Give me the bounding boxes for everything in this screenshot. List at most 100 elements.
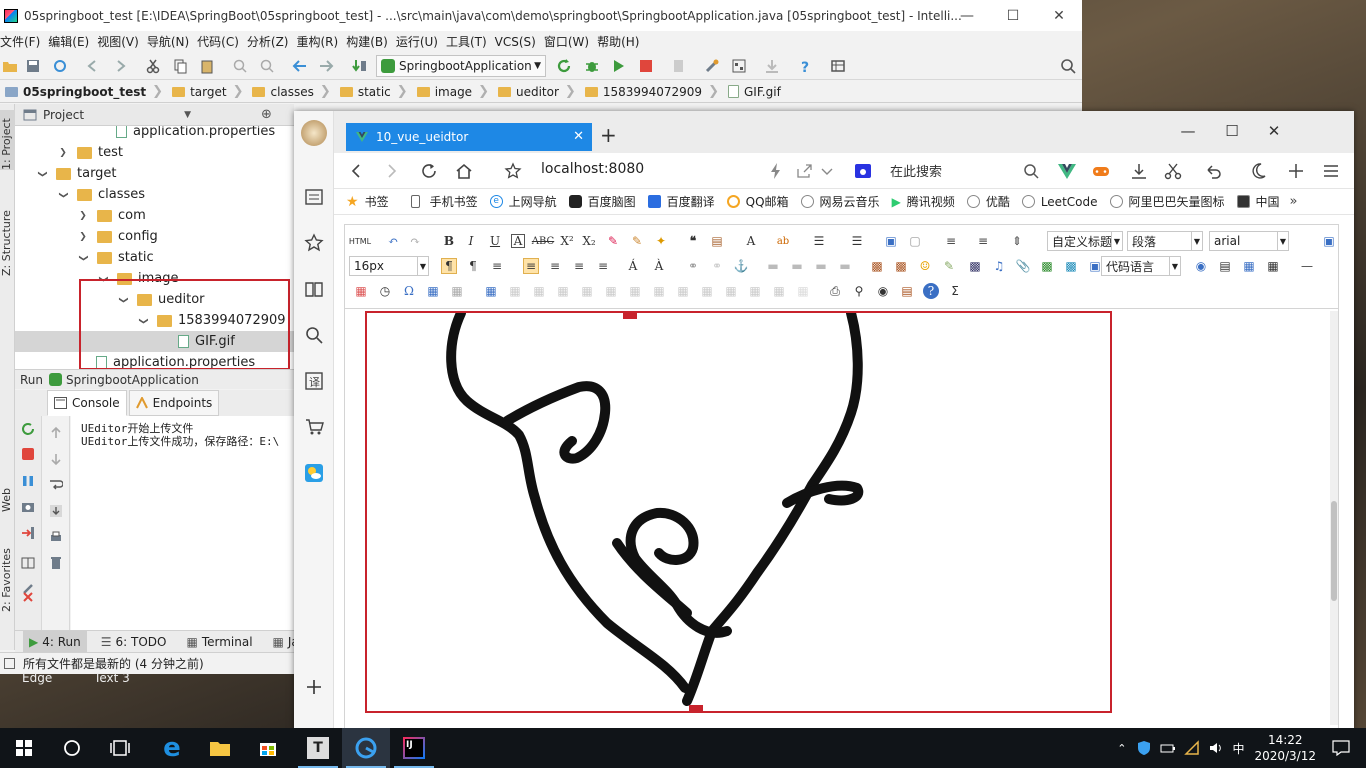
rtl-icon[interactable]: ¶ — [465, 258, 481, 274]
attach-icon[interactable] — [671, 58, 687, 74]
merge-right-icon[interactable]: ▦ — [675, 283, 691, 299]
layout-icon[interactable] — [21, 556, 35, 570]
taskbar-store[interactable] — [244, 728, 292, 768]
volume-icon[interactable] — [1208, 740, 1224, 756]
download-icon[interactable] — [1130, 162, 1148, 180]
project-panel-title[interactable]: Project — [43, 108, 84, 122]
battery-icon[interactable] — [1160, 740, 1176, 756]
menu-build[interactable]: 构建(B) — [346, 33, 393, 50]
gmap-icon[interactable]: ▩ — [1063, 258, 1079, 274]
breadcrumb-item[interactable]: classes ❯ — [247, 84, 334, 99]
breadcrumb-item[interactable]: ueditor ❯ — [493, 84, 580, 99]
bookmark-item[interactable]: 网易云音乐 — [800, 193, 880, 210]
navigate-forward-icon[interactable] — [318, 58, 334, 74]
favorites-tool-tab[interactable]: 2: Favorites — [0, 542, 15, 612]
add-icon[interactable] — [1287, 162, 1305, 180]
desktop-icon-label[interactable]: Text 3 — [94, 671, 130, 685]
emotion-icon[interactable]: ☺ — [917, 258, 933, 274]
project-tool-tab[interactable]: 1: Project — [0, 110, 15, 170]
date-icon[interactable]: ▦ — [353, 283, 369, 299]
bookmark-item[interactable]: 阿里巴巴矢量图标 — [1109, 193, 1225, 210]
chevron-right-icon[interactable]: ❯ — [57, 148, 69, 158]
html-source-icon[interactable]: HTML — [349, 233, 371, 249]
reload-icon[interactable] — [420, 162, 438, 180]
link-icon[interactable]: ⚭ — [685, 258, 701, 274]
taskbar-typora[interactable]: T — [294, 728, 342, 768]
navigate-back-icon[interactable] — [292, 58, 308, 74]
ltr-icon[interactable]: ¶ — [441, 258, 457, 274]
word-image-icon[interactable]: ▦ — [425, 283, 441, 299]
tab-console[interactable]: Console — [47, 390, 127, 416]
stop-icon[interactable] — [638, 58, 654, 74]
redo-icon[interactable]: ↷ — [407, 233, 423, 249]
tree-item[interactable]: ❯ target — [36, 163, 117, 184]
line-height-icon[interactable]: ⇕ — [1009, 233, 1025, 249]
drafts-icon[interactable]: ▤ — [899, 283, 915, 299]
bookmark-item[interactable]: 优酷 — [966, 193, 1010, 210]
soft-wrap-icon[interactable] — [49, 478, 63, 492]
breadcrumb-item[interactable]: static ❯ — [335, 84, 412, 99]
wordimage-icon[interactable]: ▦ — [449, 283, 465, 299]
formula-icon[interactable]: Σ — [947, 283, 963, 299]
search-icon[interactable] — [1022, 162, 1040, 180]
vue-devtools-icon[interactable] — [1058, 162, 1076, 180]
close-button[interactable]: ✕ — [1256, 119, 1292, 143]
breadcrumb-item[interactable]: target ❯ — [167, 84, 247, 99]
indent-icon[interactable]: ≡ — [489, 258, 505, 274]
anchor-icon[interactable]: ⚓ — [733, 258, 749, 274]
image-right-icon[interactable]: ▬ — [813, 258, 829, 274]
database-icon[interactable] — [830, 58, 846, 74]
image-none-icon[interactable]: ▬ — [765, 258, 781, 274]
paragraph-select[interactable]: 段落 ▼ — [1127, 231, 1203, 251]
task-view-button[interactable] — [96, 728, 144, 768]
insert-row-icon[interactable]: ▦ — [555, 283, 571, 299]
maximize-button[interactable]: ☐ — [1214, 119, 1250, 143]
paste-plain-icon[interactable]: ▤ — [709, 233, 725, 249]
forward-icon[interactable] — [382, 162, 400, 180]
tree-item[interactable]: ❯ classes — [57, 184, 145, 205]
chevron-right-icon[interactable]: ❯ — [77, 211, 89, 221]
clear-doc-icon[interactable]: ▢ — [907, 233, 923, 249]
delete-col-icon[interactable]: ▦ — [627, 283, 643, 299]
rerun-icon[interactable] — [556, 58, 572, 74]
search-replace-icon[interactable]: ◉ — [875, 283, 891, 299]
arrow-up-icon[interactable] — [49, 426, 63, 440]
print-icon[interactable] — [49, 530, 63, 544]
breadcrumb-item[interactable]: 05springboot_test ❯ — [0, 84, 167, 99]
merge-cells-icon[interactable]: ▦ — [651, 283, 667, 299]
justify-center-icon[interactable]: ≡ — [547, 258, 563, 274]
settings-icon[interactable] — [704, 58, 720, 74]
time-icon[interactable]: ◷ — [377, 283, 393, 299]
find-icon[interactable] — [232, 58, 248, 74]
split-cells-icon[interactable]: ▦ — [723, 283, 739, 299]
breadcrumb-item[interactable]: 1583994072909 ❯ — [580, 84, 723, 99]
close-tab-icon[interactable]: ✕ — [573, 129, 584, 144]
bookmark-item[interactable]: 百度翻译 — [647, 193, 715, 210]
bookmark-item[interactable]: ▶ 腾讯视频 — [892, 193, 955, 210]
structure-tool-tab[interactable]: Z: Structure — [0, 196, 15, 276]
tree-item[interactable]: ❯ config — [77, 226, 158, 247]
menu-view[interactable]: 视图(V) — [97, 33, 144, 50]
scrollbar-thumb[interactable] — [1331, 501, 1337, 601]
preview-icon[interactable]: ▦ — [1265, 258, 1281, 274]
subscript-icon[interactable]: X₂ — [581, 233, 597, 249]
back-icon[interactable] — [85, 58, 101, 74]
remove-format-icon[interactable]: ✦ — [653, 233, 669, 249]
undo-icon[interactable]: ↶ — [385, 233, 401, 249]
font-border-icon[interactable]: A — [511, 234, 525, 248]
translate-icon[interactable]: 译 — [304, 371, 324, 391]
clear-all-icon[interactable] — [49, 556, 63, 570]
map-icon[interactable]: ▩ — [1039, 258, 1055, 274]
game-controller-icon[interactable] — [1092, 162, 1110, 180]
forward-icon[interactable] — [112, 58, 128, 74]
replace-icon[interactable] — [259, 58, 275, 74]
breadcrumb-item[interactable]: image ❯ — [412, 84, 493, 99]
scroll-to-end-icon[interactable] — [49, 504, 63, 518]
insert-col-icon[interactable]: ▦ — [603, 283, 619, 299]
tab-terminal[interactable]: ▦ Terminal — [180, 635, 258, 649]
tree-item[interactable]: application.properties — [116, 126, 275, 142]
home-icon[interactable] — [455, 162, 473, 180]
zoom-preview-icon[interactable]: ⚲ — [851, 283, 867, 299]
menu-refactor[interactable]: 重构(R) — [297, 33, 344, 50]
menu-code[interactable]: 代码(C) — [197, 33, 244, 50]
